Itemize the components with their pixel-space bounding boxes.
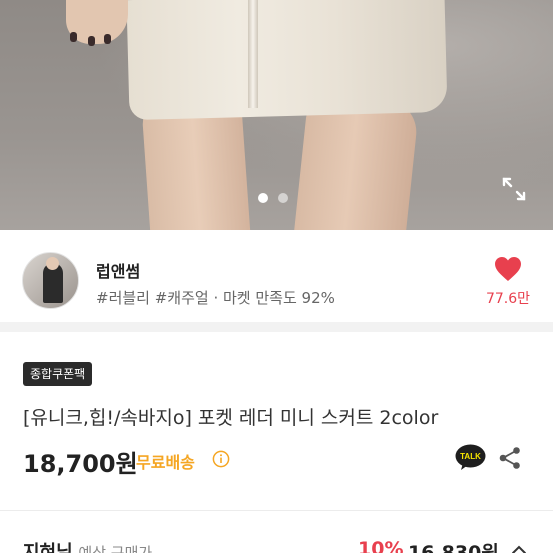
final-price: 16,830원 bbox=[408, 542, 499, 553]
seller-avatar[interactable] bbox=[22, 252, 79, 309]
section-divider bbox=[0, 510, 553, 511]
user-name: 지혀님 bbox=[23, 542, 73, 553]
nail bbox=[88, 36, 95, 46]
gallery-pagination bbox=[258, 193, 288, 203]
expand-icon[interactable] bbox=[501, 176, 527, 202]
seller-name[interactable]: 럽앤썸 bbox=[96, 258, 140, 282]
talk-label: TALK bbox=[460, 452, 481, 461]
leather-skirt bbox=[126, 0, 448, 121]
nail bbox=[104, 34, 111, 44]
avatar-head bbox=[46, 257, 59, 270]
model-leg-right bbox=[292, 100, 420, 230]
heart-icon[interactable] bbox=[494, 256, 522, 282]
seller-tags: #러블리 #캐주얼 · 마켓 만족도 92% bbox=[96, 289, 335, 307]
nail bbox=[70, 32, 77, 42]
coupon-badge[interactable]: 종합쿠폰팩 bbox=[23, 362, 93, 386]
expected-price-text: 예상 구매가 bbox=[78, 544, 153, 553]
skirt-zipper bbox=[248, 0, 258, 108]
discount-rate: 10% bbox=[358, 538, 404, 553]
product-image[interactable] bbox=[0, 0, 553, 230]
expected-price-label: 지혀님 예상 구매가 bbox=[23, 538, 152, 553]
product-title: [유니크,힙!/속바지o] 포켓 레더 미니 스커트 2color bbox=[23, 407, 439, 429]
chevron-up-icon[interactable] bbox=[511, 545, 527, 553]
pagination-dot-active[interactable] bbox=[258, 193, 268, 203]
free-shipping-label: 무료배송 bbox=[136, 453, 195, 472]
info-icon[interactable] bbox=[212, 450, 230, 468]
like-count: 77.6만 bbox=[485, 291, 531, 307]
seller-row[interactable]: 럽앤썸 #러블리 #캐주얼 · 마켓 만족도 92% 77.6만 bbox=[0, 232, 553, 332]
kakao-talk-icon[interactable]: TALK bbox=[455, 444, 486, 471]
pagination-dot[interactable] bbox=[278, 193, 288, 203]
share-icon[interactable] bbox=[498, 446, 522, 470]
product-price: 18,700원 bbox=[23, 450, 138, 478]
